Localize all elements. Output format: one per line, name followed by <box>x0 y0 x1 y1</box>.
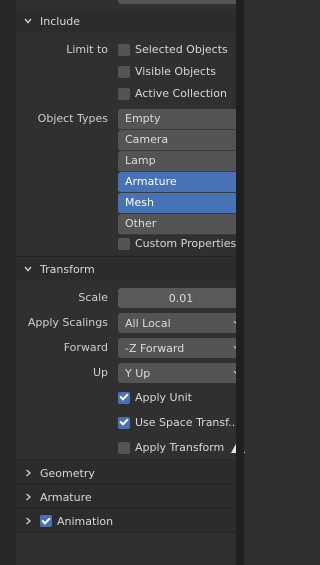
chevron-right-icon <box>16 516 40 526</box>
include-section-header[interactable]: Include <box>16 10 244 32</box>
visible-objects-label: Visible Objects <box>135 65 216 78</box>
apply-scalings-dropdown[interactable]: All Local <box>118 313 244 333</box>
chevron-down-icon <box>16 16 40 26</box>
visible-objects-checkbox[interactable]: Visible Objects <box>118 65 216 78</box>
animation-section-header[interactable]: Animation <box>16 510 244 532</box>
active-collection-label: Active Collection <box>135 87 227 100</box>
checkbox-box[interactable] <box>118 441 130 454</box>
forward-dropdown[interactable]: -Z Forward <box>118 338 244 358</box>
object-type-lamp[interactable]: Lamp <box>118 151 244 172</box>
active-collection-checkbox[interactable]: Active Collection <box>118 87 227 100</box>
scale-value: 0.01 <box>168 291 194 305</box>
use-space-transform-checkbox[interactable]: Use Space Transf... <box>118 416 239 429</box>
apply-unit-label: Apply Unit <box>135 391 192 404</box>
use-space-transform-label: Use Space Transf... <box>135 416 239 429</box>
section-divider <box>16 508 244 509</box>
apply-transform-label: Apply Transform <box>135 441 225 454</box>
animation-section-title: Animation <box>57 514 114 528</box>
include-section-title: Include <box>40 14 81 28</box>
top-field-edge <box>118 0 240 4</box>
apply-unit-checkbox[interactable]: Apply Unit <box>118 391 192 404</box>
checkbox-box[interactable] <box>118 43 130 56</box>
transform-section-header[interactable]: Transform <box>16 258 244 280</box>
geometry-section-header[interactable]: Geometry <box>16 462 244 484</box>
armature-section-title: Armature <box>40 490 92 504</box>
section-divider <box>16 256 244 257</box>
section-divider <box>16 484 244 485</box>
object-type-other[interactable]: Other <box>118 214 244 235</box>
apply-transform-checkbox[interactable]: Apply Transform <box>118 441 224 454</box>
object-types-list: Empty Camera Lamp Armature Mesh Other <box>118 109 244 235</box>
left-sidebar-strip <box>0 0 16 565</box>
section-divider <box>16 460 244 461</box>
apply-scalings-value: All Local <box>125 316 171 330</box>
up-dropdown[interactable]: Y Up <box>118 363 244 383</box>
up-label: Up <box>92 366 108 379</box>
animation-enable-checkbox[interactable] <box>40 515 52 527</box>
chevron-down-icon <box>16 264 40 274</box>
limit-to-label: Limit to <box>66 43 108 56</box>
forward-label: Forward <box>63 341 108 354</box>
object-type-camera[interactable]: Camera <box>118 130 244 151</box>
up-value: Y Up <box>125 366 151 380</box>
scale-label: Scale <box>78 291 108 304</box>
object-types-label: Object Types <box>37 112 108 125</box>
selected-objects-label: Selected Objects <box>135 43 228 56</box>
custom-properties-checkbox[interactable]: Custom Properties <box>118 237 236 250</box>
forward-value: -Z Forward <box>125 341 185 355</box>
scale-field[interactable]: 0.01 <box>118 288 244 308</box>
selected-objects-checkbox[interactable]: Selected Objects <box>118 43 228 56</box>
armature-section-header[interactable]: Armature <box>16 486 244 508</box>
object-type-armature[interactable]: Armature <box>118 172 244 193</box>
checkbox-box[interactable] <box>118 87 130 100</box>
section-divider <box>16 532 244 533</box>
scrollbar-track[interactable] <box>236 0 244 565</box>
chevron-right-icon <box>16 468 40 478</box>
checkbox-box[interactable] <box>118 391 130 404</box>
custom-properties-label: Custom Properties <box>135 237 237 250</box>
checkbox-box[interactable] <box>118 416 130 429</box>
checkbox-box[interactable] <box>118 65 130 78</box>
checkbox-box[interactable] <box>118 237 130 250</box>
object-type-mesh[interactable]: Mesh <box>118 193 244 214</box>
chevron-right-icon <box>16 492 40 502</box>
geometry-section-title: Geometry <box>40 466 95 480</box>
object-type-empty[interactable]: Empty <box>118 109 244 130</box>
transform-section-title: Transform <box>40 262 95 276</box>
apply-scalings-label: Apply Scalings <box>27 316 108 329</box>
